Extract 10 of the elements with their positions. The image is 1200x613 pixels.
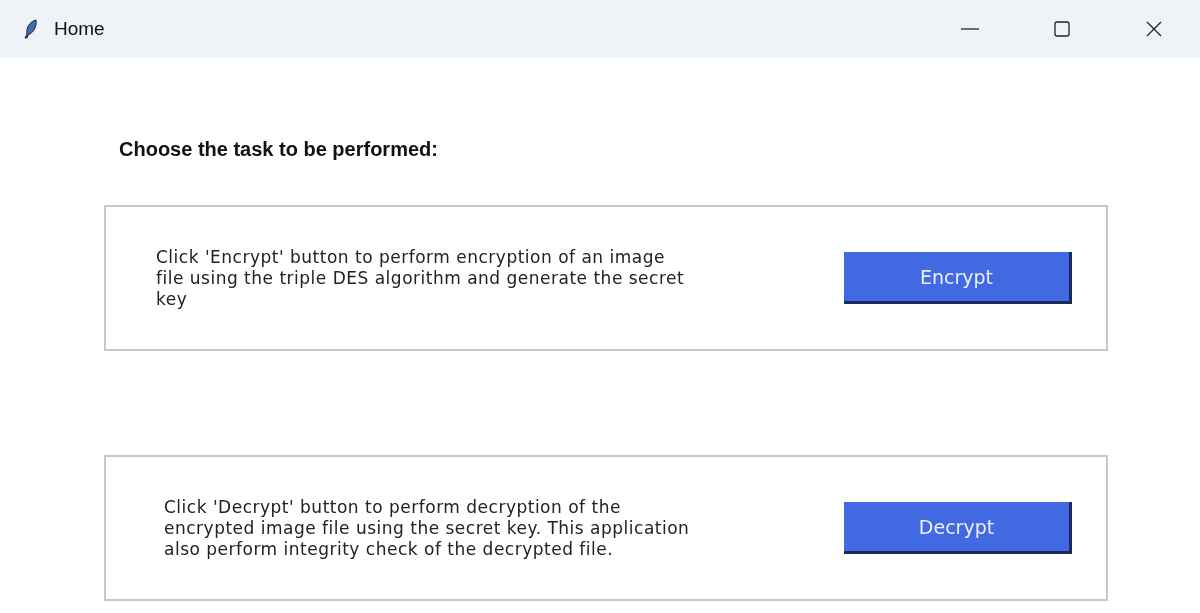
feather-icon [24,19,38,39]
window-title: Home [54,18,106,40]
task-description: Click 'Decrypt' button to perform decryption of the encrypted image file using the secret key. This application also perform integrity check of the decrypted file. [164,496,691,560]
maximize-icon [1052,19,1072,39]
task-description: Click 'Encrypt' button to perform encryption of an image file using the triple DES algorithm and generate the secret key [156,246,686,310]
minimize-icon [961,28,979,30]
close-icon [1144,19,1164,39]
task-button[interactable]: Decrypt [844,502,1072,554]
task-button[interactable]: Encrypt [844,252,1072,304]
heading: Choose the task to be performed: [119,138,439,161]
